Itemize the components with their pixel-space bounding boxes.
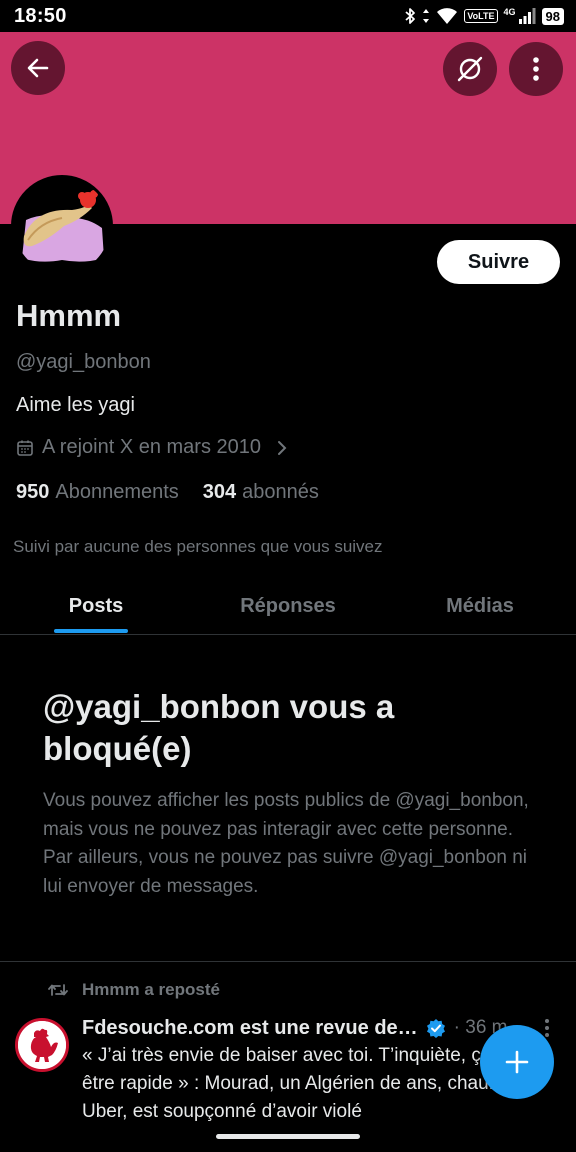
- repost-label: Hmmm a reposté: [82, 980, 220, 999]
- repost-icon: [48, 984, 68, 996]
- joined-date[interactable]: A rejoint X en mars 2010: [16, 436, 289, 459]
- calendar-icon: [17, 440, 33, 456]
- avatar-image: [14, 178, 110, 274]
- following-label: Abonnements: [55, 481, 179, 503]
- followed-by-text: Suivi par aucune des personnes que vous …: [13, 537, 383, 556]
- battery-icon: 98: [541, 7, 564, 25]
- followers-link[interactable]: 304 abonnés: [203, 481, 319, 504]
- post-header: Fdesouche.com est une revue de… · 36 m: [82, 1014, 552, 1042]
- bluetooth-icon: [405, 8, 416, 24]
- signal-icon: [518, 8, 536, 24]
- more-vertical-icon: [533, 57, 539, 81]
- network-type: 4G: [503, 7, 516, 17]
- verified-badge-icon: [426, 1019, 445, 1038]
- follow-button[interactable]: Suivre: [437, 240, 560, 284]
- joined-label: A rejoint X en mars 2010: [42, 436, 262, 458]
- divider: [0, 961, 576, 962]
- volte-badge: VoLTE: [464, 9, 498, 23]
- followers-count: 304: [202, 481, 237, 503]
- followers-label: abonnés: [242, 481, 319, 503]
- back-button[interactable]: [11, 41, 65, 95]
- follow-counts: 950 Abonnements 304 abonnés: [16, 481, 319, 504]
- more-options-button[interactable]: [509, 42, 563, 96]
- post-author-name[interactable]: Fdesouche.com est une revue de…: [82, 1017, 418, 1040]
- blocked-title: @yagi_bonbon vous a bloqué(e): [43, 688, 395, 767]
- plus-icon: [505, 1050, 529, 1074]
- profile-tabs: Posts Réponses Médias: [0, 578, 576, 635]
- avatar[interactable]: [11, 175, 113, 277]
- rooster-logo: [18, 1021, 66, 1069]
- status-icons: VoLTE 4G 98: [404, 6, 564, 26]
- data-arrows-icon: [423, 9, 430, 23]
- status-time: 18:50: [14, 5, 67, 27]
- post-author-avatar[interactable]: [15, 1018, 69, 1072]
- status-bar: 18:50 VoLTE 4G 98: [0, 0, 576, 32]
- grok-button[interactable]: [443, 42, 497, 96]
- repost-indicator: Hmmm a reposté: [48, 980, 220, 1000]
- grok-icon: [457, 56, 483, 82]
- profile-bio: Aime les yagi: [16, 394, 135, 416]
- compose-post-button[interactable]: [480, 1025, 554, 1099]
- chevron-right-icon: [278, 440, 287, 455]
- back-arrow-icon: [27, 58, 49, 78]
- blocked-body: Vous pouvez afficher les posts publics d…: [43, 790, 529, 897]
- display-name: Hmmm: [16, 298, 122, 333]
- tab-posts[interactable]: Posts: [0, 578, 192, 634]
- following-link[interactable]: 950 Abonnements: [16, 481, 179, 504]
- tab-replies[interactable]: Réponses: [192, 578, 384, 634]
- active-tab-indicator: [54, 629, 128, 633]
- following-count: 950: [16, 481, 50, 503]
- profile-handle: @yagi_bonbon: [16, 351, 151, 373]
- tab-media[interactable]: Médias: [384, 578, 576, 634]
- home-indicator[interactable]: [216, 1134, 360, 1139]
- wifi-icon: [437, 8, 458, 24]
